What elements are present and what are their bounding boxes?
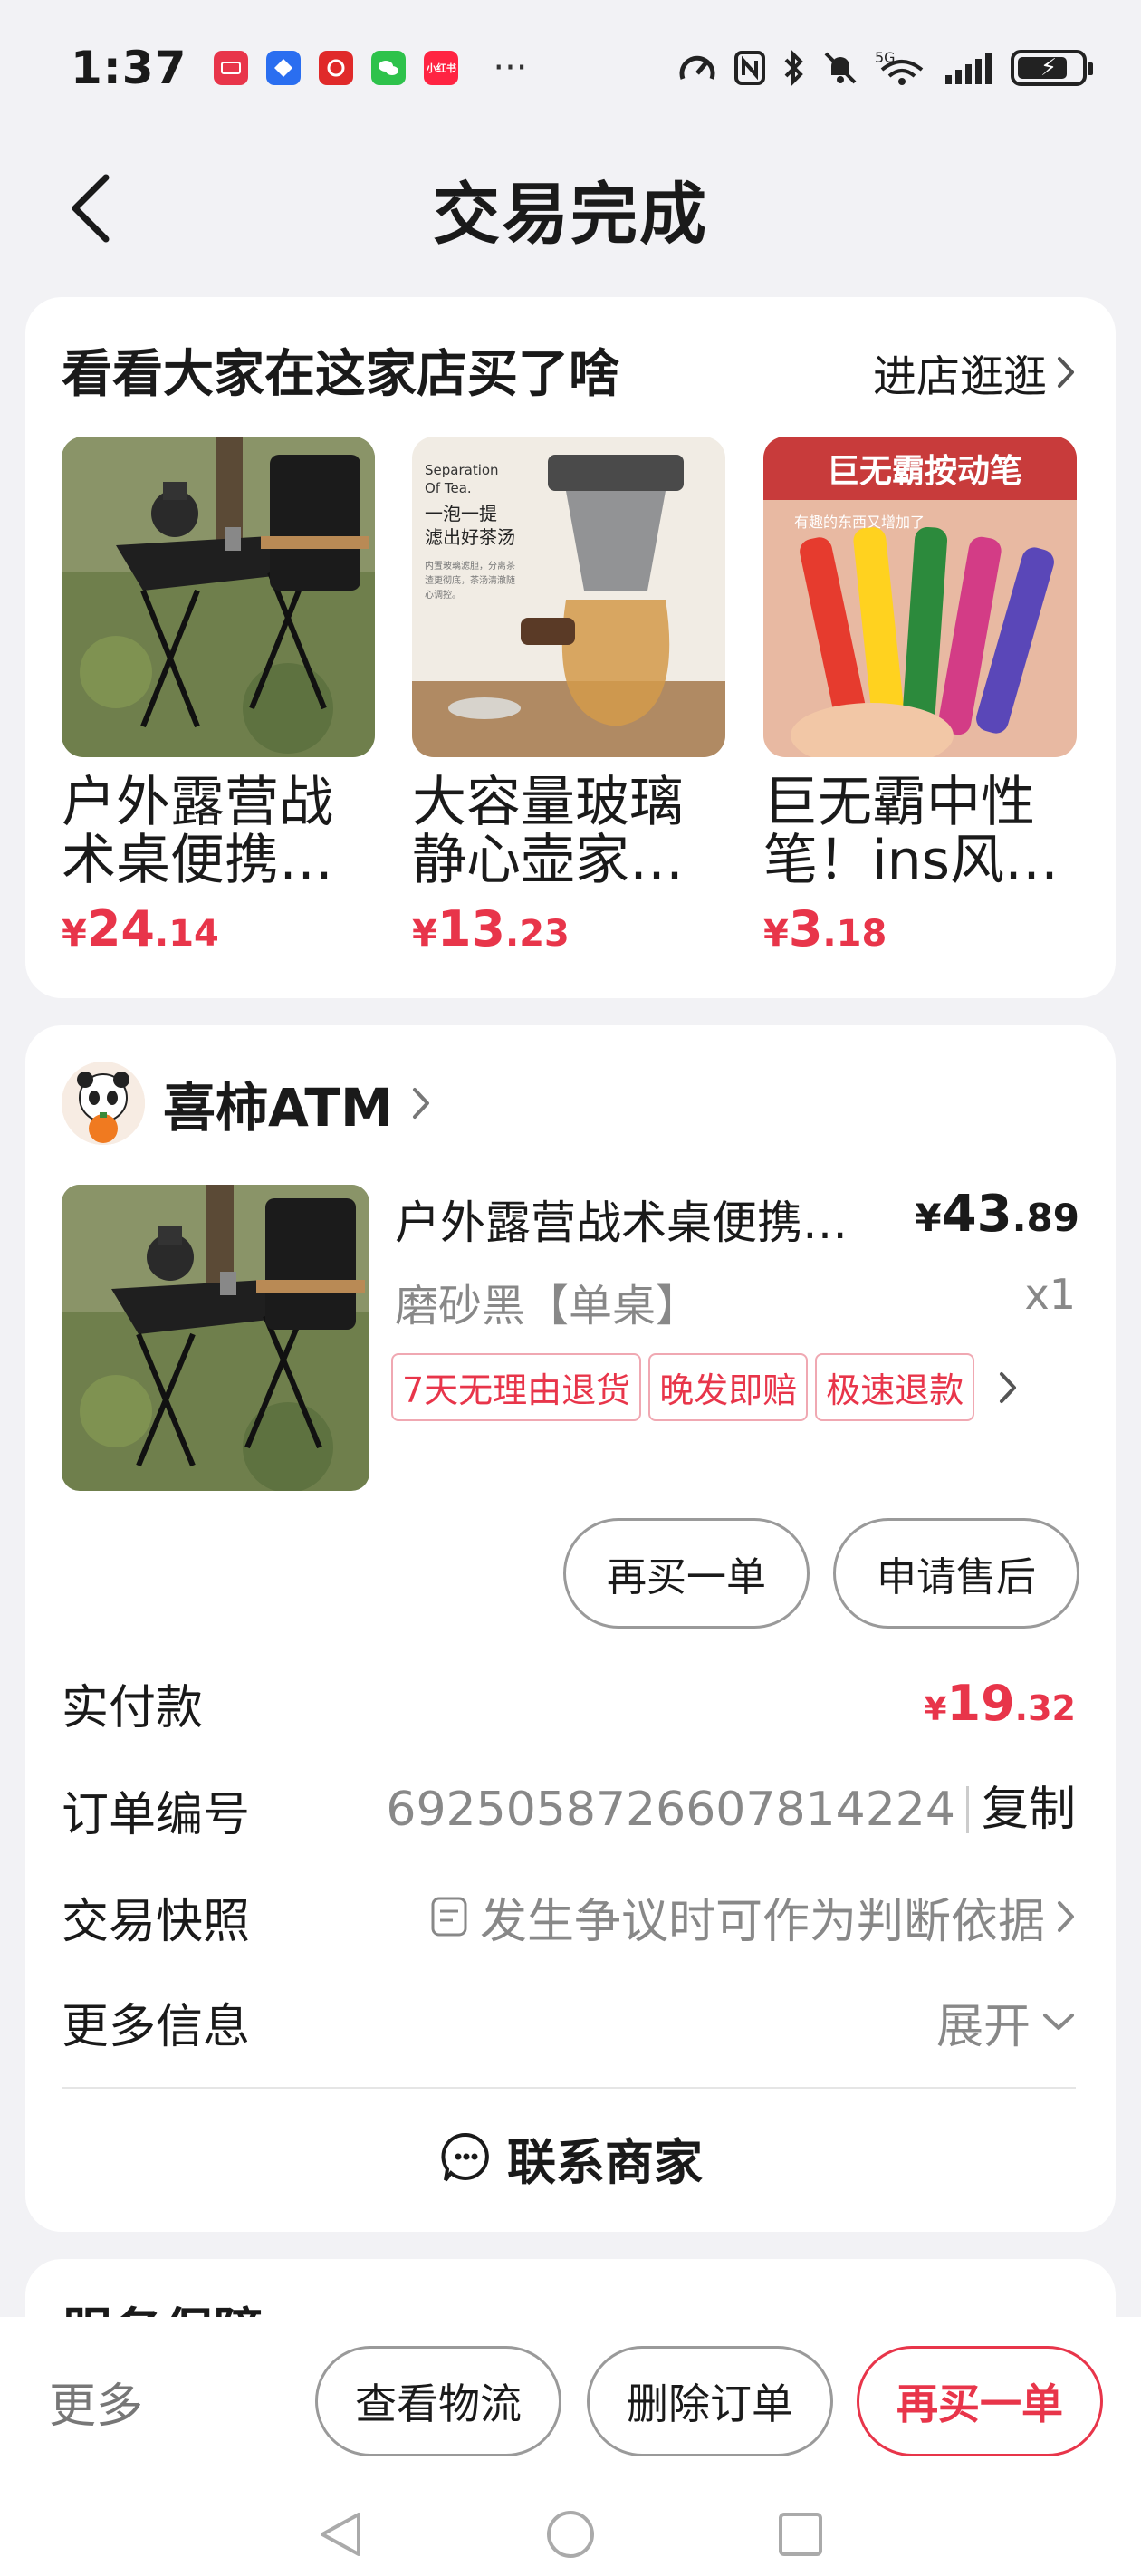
- snapshot-value-group: 发生争议时可作为判断依据: [429, 1883, 1076, 1951]
- back-button[interactable]: [54, 172, 127, 245]
- view-logistics-button[interactable]: 查看物流: [315, 2346, 561, 2456]
- blue-app-icon: [266, 51, 302, 85]
- svg-text:滤出好茶汤: 滤出好茶汤: [425, 526, 515, 548]
- page-title: 交易完成: [433, 175, 708, 254]
- after-sale-button[interactable]: 申请售后: [833, 1518, 1079, 1629]
- recommend-item[interactable]: Separation Of Tea. 一泡一提 滤出好茶汤 内置玻璃滤胆，分离茶…: [412, 437, 725, 957]
- nfc-icon: [734, 51, 765, 85]
- tag-late-compensation: 晚发即赔: [648, 1353, 809, 1421]
- product-spec: 磨砂黑【单桌】: [395, 1281, 700, 1331]
- chat-bubble-icon: [441, 2132, 489, 2182]
- svg-text:有趣的东西又增加了: 有趣的东西又增加了: [794, 514, 925, 531]
- order-card: 喜柿ATM 户外露营战术桌便携… ¥43.89 磨砂黑【单桌】 x1 7天无理由…: [25, 1025, 1116, 2232]
- recommend-item-image: 巨无霸按动笔 有趣的东西又增加了: [763, 437, 1077, 757]
- chevron-right-icon: [1058, 1901, 1074, 1932]
- order-number: 6925058726607814224: [386, 1783, 955, 1837]
- recommend-title: 看看大家在这家店买了啥: [62, 345, 619, 404]
- shop-avatar: [62, 1062, 145, 1145]
- bottom-buy-again-button[interactable]: 再买一单: [857, 2346, 1103, 2456]
- back-triangle-icon[interactable]: [317, 2509, 364, 2560]
- tag-7day-return: 7天无理由退货: [391, 1353, 642, 1421]
- snapshot-label: 交易快照: [62, 1894, 251, 1949]
- status-system-icons: 5G ⚡: [677, 50, 1093, 86]
- shop-name: 喜柿ATM: [163, 1077, 393, 1139]
- signal-icon: [945, 53, 992, 84]
- product-image[interactable]: [62, 1185, 369, 1491]
- order-number-value-group: 6925058726607814224 复制: [386, 1783, 1076, 1837]
- shop-recommend-card: 看看大家在这家店买了啥 进店逛逛 户外露营战术桌便携… ¥ 24 .14 Sep…: [25, 297, 1116, 998]
- paid-label: 实付款: [62, 1680, 204, 1735]
- product-quantity: x1: [1024, 1270, 1077, 1319]
- red-app-icon: [319, 51, 354, 85]
- recommend-item-name: 巨无霸中性笔！ins风…: [763, 774, 1059, 889]
- speed-icon: [679, 55, 715, 80]
- service-tags[interactable]: 7天无理由退货 晚发即赔 极速退款: [391, 1353, 1018, 1421]
- battery-icon: ⚡: [1011, 50, 1093, 86]
- bluetooth-icon: [784, 50, 803, 86]
- more-info-label: 更多信息: [62, 1999, 251, 2054]
- shop-header[interactable]: 喜柿ATM: [62, 1062, 431, 1145]
- recommend-item-image: [62, 437, 375, 757]
- recommend-item[interactable]: 户外露营战术桌便携… ¥24.14: [62, 437, 375, 957]
- paid-row: 实付款 ¥19.32: [62, 1667, 1076, 1739]
- delete-order-button[interactable]: 删除订单: [587, 2346, 833, 2456]
- more-info-row[interactable]: 更多信息 展开: [62, 1985, 1076, 2058]
- svg-text:心调控。: 心调控。: [425, 589, 461, 601]
- expand-toggle[interactable]: 展开: [936, 1988, 1076, 2056]
- huawei-app-icon: [214, 51, 249, 85]
- document-icon: [431, 1897, 467, 1937]
- wechat-icon: [371, 51, 407, 85]
- visit-shop-label: 进店逛逛: [872, 351, 1047, 402]
- recommend-item[interactable]: 巨无霸按动笔 有趣的东西又增加了 巨无霸中性笔！ins风… ¥3.18: [763, 437, 1077, 957]
- copy-button[interactable]: 复制: [965, 1786, 1076, 1833]
- wifi-icon: 5G: [875, 50, 924, 85]
- nav-bar: 交易完成: [0, 136, 1141, 281]
- recommend-item-price: ¥13.23: [412, 900, 570, 957]
- recents-square-icon[interactable]: [777, 2511, 824, 2558]
- status-more-icon: ···: [493, 47, 528, 89]
- contact-merchant-label: 联系商家: [507, 2133, 703, 2191]
- status-time: 1:37: [71, 42, 187, 94]
- chevron-right-icon: [1058, 357, 1074, 388]
- recommend-item-name: 大容量玻璃静心壶家…: [412, 774, 684, 889]
- snapshot-value: 发生争议时可作为判断依据: [479, 1894, 1045, 1949]
- chevron-right-icon: [412, 1088, 429, 1119]
- home-circle-icon[interactable]: [545, 2509, 596, 2560]
- paid-amount: ¥19.32: [924, 1674, 1076, 1732]
- product-price: ¥43.89: [915, 1185, 1079, 1244]
- contact-merchant-button[interactable]: 联系商家: [25, 2112, 1116, 2203]
- snapshot-row[interactable]: 交易快照 发生争议时可作为判断依据: [62, 1880, 1076, 1953]
- svg-text:巨无霸按动笔: 巨无霸按动笔: [827, 453, 1022, 490]
- chevron-left-icon: [72, 174, 110, 243]
- svg-text:内置玻璃滤胆，分离茶: 内置玻璃滤胆，分离茶: [425, 560, 515, 572]
- svg-text:Separation: Separation: [425, 462, 499, 478]
- svg-text:Of Tea.: Of Tea.: [425, 480, 472, 496]
- recommend-item-image: Separation Of Tea. 一泡一提 滤出好茶汤 内置玻璃滤胆，分离茶…: [412, 437, 725, 757]
- expand-label: 展开: [935, 1999, 1031, 2054]
- system-navigation-bar: [0, 2498, 1141, 2571]
- buy-again-button[interactable]: 再买一单: [563, 1518, 810, 1629]
- divider: [62, 2087, 1076, 2089]
- mute-bell-icon: [824, 52, 857, 84]
- chevron-right-icon: [1000, 1371, 1017, 1403]
- order-number-label: 订单编号: [62, 1787, 251, 1842]
- chevron-down-icon: [1043, 2014, 1074, 2030]
- xiaohongshu-icon: 小红书: [424, 51, 459, 85]
- product-name[interactable]: 户外露营战术桌便携…: [395, 1187, 902, 1252]
- status-app-icons: 小红书 ···: [214, 47, 528, 89]
- visit-shop-link[interactable]: 进店逛逛: [873, 341, 1076, 404]
- recommend-item-name: 户外露营战术桌便携…: [62, 774, 333, 889]
- svg-text:一泡一提: 一泡一提: [425, 503, 497, 524]
- recommend-item-price: ¥24.14: [62, 900, 219, 957]
- tag-fast-refund: 极速退款: [815, 1353, 975, 1421]
- svg-text:渣更彻底，茶汤清澈随: 渣更彻底，茶汤清澈随: [425, 574, 515, 586]
- order-number-row: 订单编号 6925058726607814224 复制: [62, 1773, 1076, 1846]
- bottom-action-bar: 更多 查看物流 删除订单 再买一单: [0, 2317, 1141, 2576]
- more-actions-button[interactable]: 更多: [49, 2368, 143, 2436]
- recommend-item-price: ¥3.18: [763, 900, 887, 957]
- status-bar: 1:37 小红书 ··· 5G ⚡: [0, 0, 1141, 136]
